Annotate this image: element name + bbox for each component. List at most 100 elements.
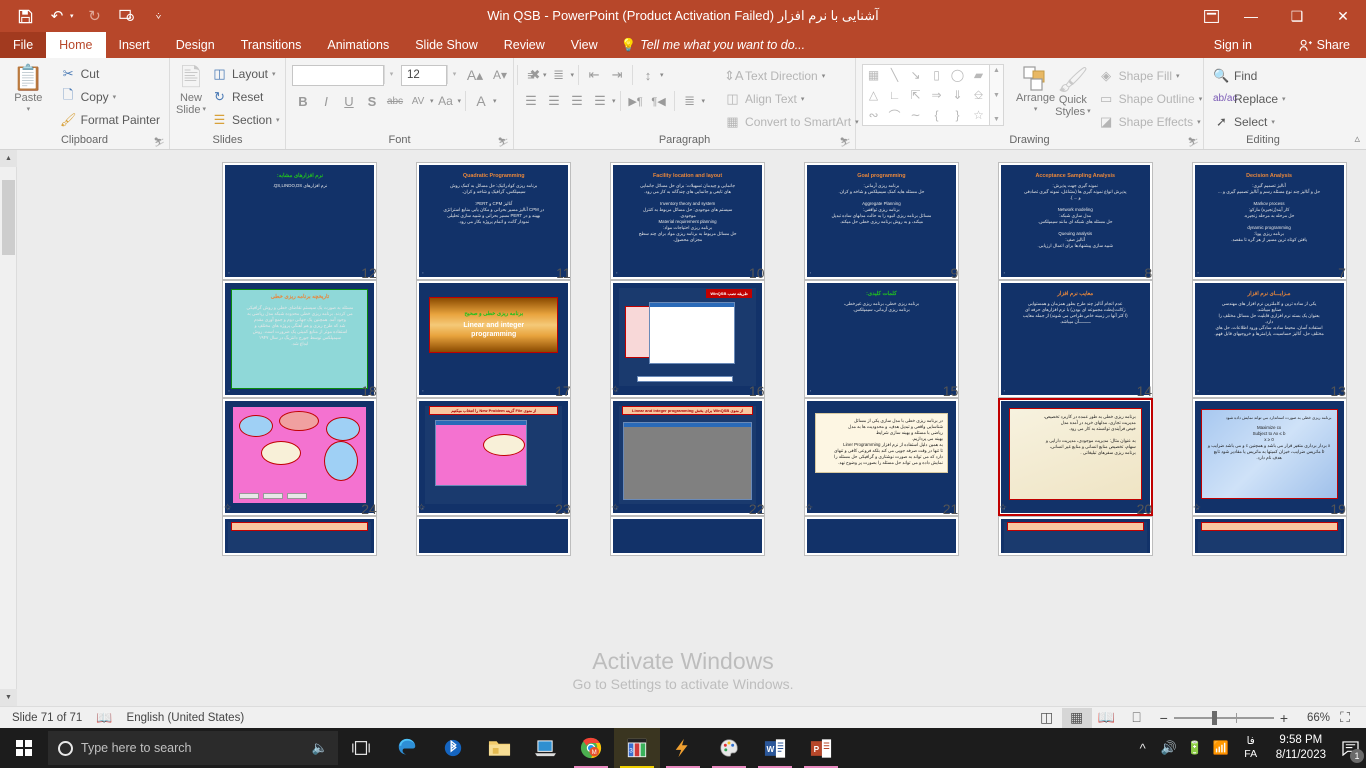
tab-view[interactable]: View bbox=[558, 32, 611, 58]
align-center-button[interactable]: ☰ bbox=[543, 90, 565, 112]
slide-thumbnail-cell[interactable]: ▪✧24 bbox=[203, 398, 397, 516]
start-presentation-icon[interactable] bbox=[112, 3, 142, 29]
slide-thumbnail[interactable]: Quadratic Programmingبرنامه ریزی کوادرات… bbox=[416, 162, 571, 280]
shape-effects-dropdown-icon[interactable]: ▾ bbox=[1197, 118, 1201, 126]
slide-thumbnail[interactable]: کلمات کلیدی:برنامه ریزی خطی، برنامه ریزی… bbox=[804, 280, 959, 398]
increase-indent-button[interactable]: ⇥ bbox=[606, 64, 628, 86]
layout-dropdown-icon[interactable]: ▾ bbox=[272, 70, 276, 78]
minimize-button[interactable]: — bbox=[1228, 0, 1274, 32]
section-button[interactable]: ☰ Section ▾ bbox=[208, 108, 283, 131]
shape-curve-icon[interactable]: ∼ bbox=[905, 105, 926, 125]
sign-in-button[interactable]: Sign in bbox=[1206, 32, 1260, 58]
select-dropdown-icon[interactable]: ▾ bbox=[1271, 118, 1275, 126]
zoom-slider[interactable]: − + bbox=[1160, 710, 1288, 726]
slide-thumbnail[interactable]: Facility location and layoutجانمایی و چی… bbox=[610, 162, 765, 280]
bullets-dropdown-icon[interactable]: ▾ bbox=[543, 71, 547, 79]
slide-thumbnail-cell[interactable]: برنامه ریزی خطی به صورت استاندارد می توا… bbox=[1172, 398, 1366, 516]
undo-icon[interactable]: ↶ bbox=[42, 3, 72, 29]
shape-effects-button[interactable]: ◪ Shape Effects ▾ bbox=[1095, 110, 1206, 133]
zoom-thumb[interactable] bbox=[1212, 711, 1217, 725]
volume-icon[interactable]: 🔊 bbox=[1156, 728, 1182, 768]
copy-button[interactable]: 🗋 Copy ▾ bbox=[57, 85, 163, 108]
shapes-gallery[interactable]: ▦ ╲ ↘ ▯ ◯ ▰ △ ∟ ⇱ ⇒ ⇓ ⎒ ∾ ⌒ ∼ bbox=[862, 64, 990, 126]
columns-button[interactable]: ≣ bbox=[679, 90, 701, 112]
slide-thumbnail-cell[interactable]: نرم افزارهای مشابه:نرم افزارهای QS,LINDO… bbox=[203, 162, 397, 280]
language-indicator-tray[interactable]: فا FA bbox=[1234, 735, 1268, 761]
file-explorer-icon[interactable] bbox=[476, 728, 522, 768]
change-case-button[interactable]: Aa bbox=[435, 90, 457, 112]
slide-thumbnail-cell[interactable]: Decision Analysisآنالیز تصمیم گیری:حل و … bbox=[1172, 162, 1366, 280]
slide-thumbnail[interactable]: تاریخچه برنامه ریزی خطیمسئله به صورت یک … bbox=[222, 280, 377, 398]
slide-thumbnail-cell[interactable] bbox=[978, 516, 1172, 556]
shape-triangle-icon[interactable]: △ bbox=[863, 85, 884, 105]
slide-thumbnail-cell[interactable] bbox=[203, 516, 397, 556]
font-name-input[interactable] bbox=[292, 65, 384, 86]
numbering-dropdown-icon[interactable]: ▾ bbox=[571, 71, 575, 79]
microphone-icon[interactable]: 🔈 bbox=[312, 740, 328, 756]
shape-right-arrow-icon[interactable]: ⇒ bbox=[926, 85, 947, 105]
normal-view-button[interactable]: ◫ bbox=[1032, 708, 1062, 728]
shape-elbow-arrow-icon[interactable]: ⇱ bbox=[905, 85, 926, 105]
select-button[interactable]: ➚ Select ▾ bbox=[1210, 110, 1289, 133]
shapes-more-icon[interactable]: ▼ bbox=[993, 116, 1000, 123]
fit-to-window-button[interactable]: ⛶ bbox=[1330, 708, 1360, 728]
tab-insert[interactable]: Insert bbox=[106, 32, 163, 58]
decrease-indent-button[interactable]: ⇤ bbox=[583, 64, 605, 86]
ribbon-display-options-icon[interactable] bbox=[1196, 4, 1226, 28]
task-view-icon[interactable] bbox=[338, 728, 384, 768]
slide-thumbnail[interactable]: برنامه ریزی خطی به طور عمده در کاربرد تخ… bbox=[998, 398, 1153, 516]
edge-icon[interactable] bbox=[384, 728, 430, 768]
shape-line-icon[interactable]: ╲ bbox=[884, 65, 905, 85]
slide-thumbnail[interactable] bbox=[804, 516, 959, 556]
shape-oval-icon[interactable]: ◯ bbox=[947, 65, 968, 85]
slide-thumbnail-cell[interactable] bbox=[397, 516, 591, 556]
shape-flowchart-icon[interactable]: ⎒ bbox=[968, 85, 989, 105]
shape-fill-dropdown-icon[interactable]: ▾ bbox=[1176, 72, 1180, 80]
font-name-dropdown-icon[interactable]: ▾ bbox=[384, 65, 398, 84]
slide-counter[interactable]: Slide 71 of 71 bbox=[12, 712, 82, 724]
convert-smartart-button[interactable]: ▦ Convert to SmartArt ▾ bbox=[721, 110, 862, 133]
shape-star-icon[interactable]: ☆ bbox=[968, 105, 989, 125]
slide-thumbnail-cell[interactable]: تاریخچه برنامه ریزی خطیمسئله به صورت یک … bbox=[203, 280, 397, 398]
slide-thumbnail[interactable]: نرم افزارهای مشابه:نرم افزارهای QS,LINDO… bbox=[222, 162, 377, 280]
format-painter-button[interactable]: 🖌 Format Painter bbox=[57, 108, 163, 131]
tab-review[interactable]: Review bbox=[491, 32, 558, 58]
animation-star-icon[interactable]: ✧ bbox=[611, 501, 620, 514]
animation-star-icon[interactable]: ✧ bbox=[998, 501, 1007, 514]
cut-button[interactable]: ✂ Cut bbox=[57, 62, 163, 85]
maximize-button[interactable]: ❑ bbox=[1274, 0, 1320, 32]
slide-thumbnail-cell[interactable]: طریقه نصب WinQSB▪✧16 bbox=[591, 280, 785, 398]
tab-file[interactable]: File bbox=[0, 32, 46, 58]
scrollbar-thumb[interactable] bbox=[2, 180, 15, 255]
slide-thumbnail[interactable]: برنامه ریزی خطی به صورت استاندارد می توا… bbox=[1192, 398, 1347, 516]
slide-thumbnail[interactable]: Acceptance Sampling Analysisنمونه گیری ج… bbox=[998, 162, 1153, 280]
slide-thumbnail[interactable]: مـزایـــای نرم افزاریکی از ساده ترین و ک… bbox=[1192, 280, 1347, 398]
close-button[interactable]: ✕ bbox=[1320, 0, 1366, 32]
slide-thumbnail-cell[interactable]: برنامه ریزی خطی و صحیحLinear and integer… bbox=[397, 280, 591, 398]
drawing-dialog-launcher[interactable]: ⛷ bbox=[1188, 137, 1199, 148]
layout-button[interactable]: ◫ Layout ▾ bbox=[208, 62, 283, 85]
collapse-ribbon-button[interactable]: ▵ bbox=[1354, 132, 1360, 145]
slide-sorter-view-button[interactable]: ▦ bbox=[1062, 708, 1092, 728]
media-app-icon[interactable]: 3 bbox=[614, 728, 660, 768]
share-button[interactable]: Share bbox=[1291, 32, 1358, 58]
slide-thumbnail[interactable]: Goal programmingبرنامه ریزی آرمانی:حل مس… bbox=[804, 162, 959, 280]
replace-dropdown-icon[interactable]: ▾ bbox=[1282, 95, 1286, 103]
animation-star-icon[interactable]: ✧ bbox=[417, 501, 426, 514]
paint-icon[interactable] bbox=[706, 728, 752, 768]
font-size-input[interactable]: 12 bbox=[401, 65, 447, 86]
wifi-icon[interactable]: 📶 bbox=[1208, 728, 1234, 768]
taskbar-search[interactable]: Type here to search 🔈 bbox=[48, 731, 338, 765]
slide-thumbnail-cell[interactable]: از منوی File گزینه New Problem را انتخاب… bbox=[397, 398, 591, 516]
tell-me-search[interactable]: 💡 Tell me what you want to do... bbox=[611, 32, 815, 58]
font-color-button[interactable]: A bbox=[470, 90, 492, 112]
zoom-level[interactable]: 66% bbox=[1296, 712, 1330, 724]
bluetooth-icon[interactable] bbox=[430, 728, 476, 768]
zoom-out-button[interactable]: − bbox=[1160, 710, 1168, 726]
slide-thumbnail[interactable]: Decision Analysisآنالیز تصمیم گیری:حل و … bbox=[1192, 162, 1347, 280]
slide-thumbnail-cell[interactable]: Acceptance Sampling Analysisنمونه گیری ج… bbox=[978, 162, 1172, 280]
animation-star-icon[interactable]: ✧ bbox=[1192, 501, 1201, 514]
change-case-dropdown-icon[interactable]: ▾ bbox=[458, 97, 462, 105]
slide-thumbnail-cell[interactable]: در برنامه ریزی خطی با مدل سازی یکی از مس… bbox=[784, 398, 978, 516]
character-spacing-dropdown-icon[interactable]: ▾ bbox=[430, 97, 434, 105]
